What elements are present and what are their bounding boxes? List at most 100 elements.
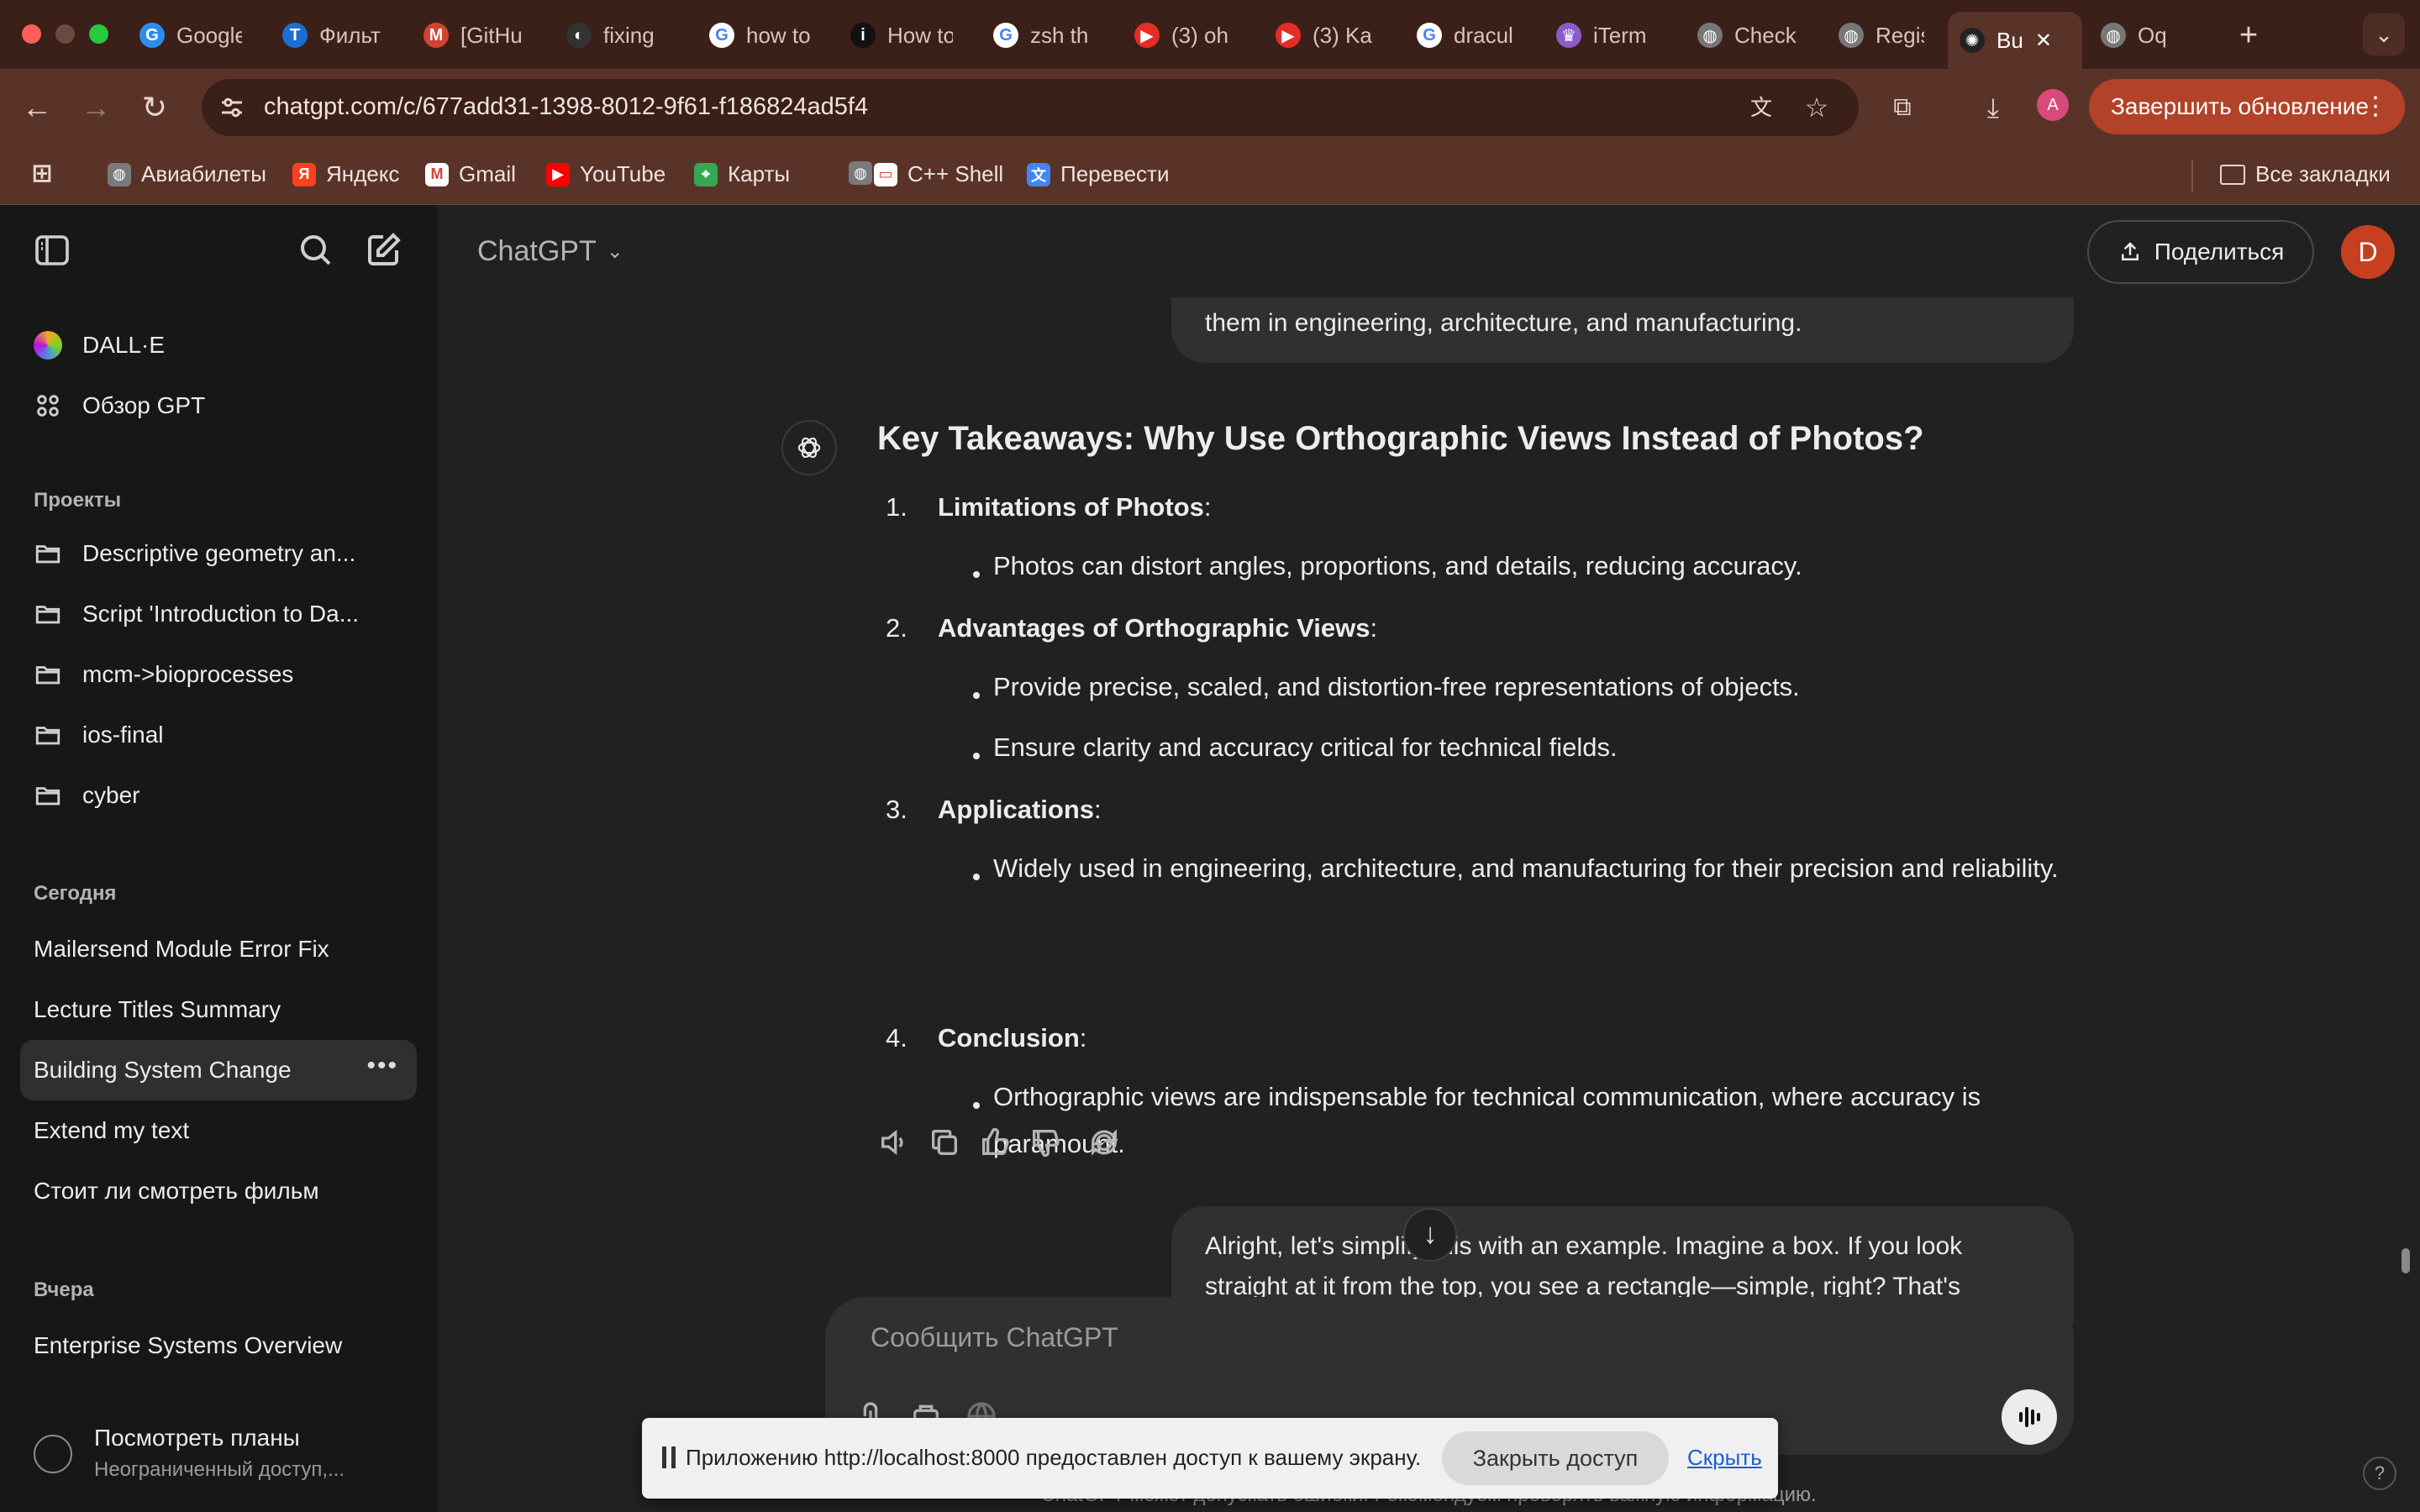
sidebar-item-label: Mailersend Module Error Fix xyxy=(34,936,329,962)
user-avatar[interactable]: D xyxy=(2341,225,2395,279)
thumbs-down-icon[interactable] xyxy=(1028,1126,1062,1159)
tab-search-button[interactable]: ⌄ xyxy=(2363,13,2405,55)
list-item-title: Limitations of Photos: xyxy=(938,492,1212,522)
sidebar-project-item[interactable]: mcm->bioprocesses xyxy=(20,647,417,702)
list-item-title-text: Applications xyxy=(938,795,1095,824)
download-icon[interactable]: ⤓ xyxy=(1976,91,2010,124)
new-chat-icon[interactable] xyxy=(363,230,403,270)
bookmark-label: Яндекс xyxy=(326,161,400,186)
user-message-text: Alright, let's simplify this with an exa… xyxy=(1205,1232,1963,1300)
toggle-sidebar-icon[interactable] xyxy=(32,230,72,270)
sidebar-chat-item[interactable]: Lecture Titles Summary xyxy=(20,979,417,1040)
browser-tab[interactable]: Gdracul xyxy=(1405,12,1531,59)
browser-tab[interactable]: ♛ iTerm xyxy=(1544,12,1670,59)
close-tab-icon[interactable]: ✕ xyxy=(2035,29,2052,53)
tab-favicon-icon: ◍ xyxy=(1697,23,1723,48)
more-options-icon[interactable]: ••• xyxy=(366,1052,398,1080)
bookmark-перевести[interactable]: 文 Перевести xyxy=(1027,161,1169,187)
tab-favicon-icon: ♛ xyxy=(1556,23,1581,48)
bookmark-globe-icon[interactable]: ◍ xyxy=(849,161,872,185)
sidebar-chat-item[interactable]: Building System Change ••• xyxy=(20,1040,417,1100)
bookmark-label: Карты xyxy=(728,161,791,186)
scroll-to-bottom-button[interactable]: ↓ xyxy=(1403,1208,1457,1262)
tab-favicon-icon: T xyxy=(282,23,308,48)
minimize-window-button[interactable] xyxy=(55,24,75,44)
thumbs-up-icon[interactable] xyxy=(978,1126,1012,1159)
bookmarks-bar: ⊞ ◍ Авиабилеты Я Яндекс M Gmail ▶ YouTube ⌖ Карты ◍… xyxy=(0,146,2420,205)
browser-tab[interactable]: Gzsh th xyxy=(981,12,1107,59)
browser-tab[interactable]: M [GitHu xyxy=(412,12,538,59)
model-selector[interactable]: ChatGPT ⌄ xyxy=(477,235,623,268)
share-label: Поделиться xyxy=(2154,239,2285,265)
browser-tab[interactable]: ▶ (3) Ka xyxy=(1264,12,1390,59)
bookmark-label: C++ Shell xyxy=(908,161,1004,186)
tab-favicon-icon: G xyxy=(993,23,1018,48)
finish-update-button[interactable]: Завершить обновление ⋮ xyxy=(2089,79,2405,134)
view-plans-button[interactable]: Посмотреть планы Неограниченный доступ,.… xyxy=(20,1418,417,1494)
grid-icon xyxy=(37,395,59,417)
browser-profile-avatar[interactable]: A xyxy=(2037,89,2069,121)
reload-button[interactable]: ↻ xyxy=(134,87,175,128)
sidebar-project-item[interactable]: Script 'Introduction to Da... xyxy=(20,586,417,642)
share-button[interactable]: Поделиться xyxy=(2087,220,2314,284)
chat-main: ChatGPT ⌄ Поделиться D them in engineeri… xyxy=(437,205,2420,1512)
extensions-icon[interactable]: ⧉ xyxy=(1886,91,1919,124)
close-window-button[interactable] xyxy=(22,24,41,44)
maximize-window-button[interactable] xyxy=(89,24,108,44)
browser-tab[interactable]: T Фильт xyxy=(271,12,397,59)
sidebar-project-item[interactable]: Descriptive geometry an... xyxy=(20,526,417,581)
forward-button[interactable]: → xyxy=(76,87,116,128)
browser-tab[interactable]: Ghow to xyxy=(697,12,823,59)
stop-sharing-button[interactable]: Закрыть доступ xyxy=(1442,1431,1669,1485)
sidebar-item-label: DALL·E xyxy=(82,332,166,358)
sidebar-item-dalle[interactable]: DALL·E xyxy=(20,318,417,373)
sidebar-chat-item[interactable]: Стоит ли смотреть фильм xyxy=(20,1161,417,1221)
scrollbar-thumb[interactable] xyxy=(2402,1248,2410,1273)
message-actions xyxy=(877,1126,1129,1159)
tab-favicon-icon: M xyxy=(424,23,449,48)
browser-tab[interactable]: ✺ Bu ✕ xyxy=(1948,12,2082,69)
bookmark-apps-grid-icon[interactable]: ⊞ xyxy=(30,160,54,187)
browser-tab[interactable]: ◐ fixing xyxy=(555,12,681,59)
all-bookmarks-button[interactable]: Все закладки xyxy=(2220,161,2391,187)
new-tab-button[interactable]: + xyxy=(2230,17,2267,54)
tab-title: How to xyxy=(887,22,953,48)
yandex-icon: Я xyxy=(292,162,316,186)
help-icon[interactable]: ? xyxy=(2363,1457,2396,1490)
back-button[interactable]: ← xyxy=(17,87,57,128)
browser-tab[interactable]: ◍ Oq xyxy=(2089,12,2215,59)
bookmark-карты[interactable]: ⌖ Карты xyxy=(694,161,790,187)
voice-mode-button[interactable] xyxy=(2002,1389,2057,1445)
sidebar-chat-item[interactable]: Mailersend Module Error Fix xyxy=(20,919,417,979)
sidebar-chat-item[interactable]: Enterprise Systems Overview xyxy=(20,1315,417,1376)
sidebar-project-item[interactable]: cyber xyxy=(20,768,417,823)
browser-tab[interactable]: ◍ Check xyxy=(1686,12,1812,59)
sidebar-item-label: Обзор GPT xyxy=(82,392,206,418)
bookmark-яндекс[interactable]: Я Яндекс xyxy=(292,161,399,187)
bookmark-c++-shell[interactable]: ▭ C++ Shell xyxy=(874,161,1003,187)
sidebar-item-explore-gpts[interactable]: Обзор GPT xyxy=(20,378,417,433)
hide-link[interactable]: Скрыть xyxy=(1687,1445,1762,1471)
bookmark-youtube[interactable]: ▶ YouTube xyxy=(546,161,666,187)
sidebar-project-item[interactable]: ios-final xyxy=(20,707,417,763)
site-settings-icon[interactable] xyxy=(217,92,247,123)
browser-tab[interactable]: G Google xyxy=(128,12,254,59)
dalle-icon xyxy=(34,331,62,360)
bookmark-label: Авиабилеты xyxy=(141,161,266,186)
browser-tab[interactable]: i How to xyxy=(839,12,965,59)
browser-tab[interactable]: ◍ Regist xyxy=(1827,12,1936,59)
tab-title: (3) Ka xyxy=(1313,22,1372,48)
bookmark-gmail[interactable]: M Gmail xyxy=(425,161,516,187)
regenerate-icon[interactable] xyxy=(1079,1126,1129,1159)
translate-icon[interactable]: 文 xyxy=(1744,91,1778,124)
search-icon[interactable] xyxy=(296,230,336,270)
copy-icon[interactable] xyxy=(928,1126,961,1159)
bookmark-авиабилеты[interactable]: ◍ Авиабилеты xyxy=(108,161,266,187)
bookmark-star-icon[interactable]: ☆ xyxy=(1800,91,1833,124)
read-aloud-icon[interactable] xyxy=(877,1126,911,1159)
sidebar-chat-item[interactable]: Extend my text xyxy=(20,1100,417,1161)
more-vert-icon: ⋮ xyxy=(2363,92,2388,120)
address-bar[interactable]: chatgpt.com/c/677add31-1398-8012-9f61-f1… xyxy=(202,79,1859,136)
tab-favicon-icon: ▶ xyxy=(1134,23,1160,48)
browser-tab[interactable]: ▶ (3) oh xyxy=(1123,12,1249,59)
